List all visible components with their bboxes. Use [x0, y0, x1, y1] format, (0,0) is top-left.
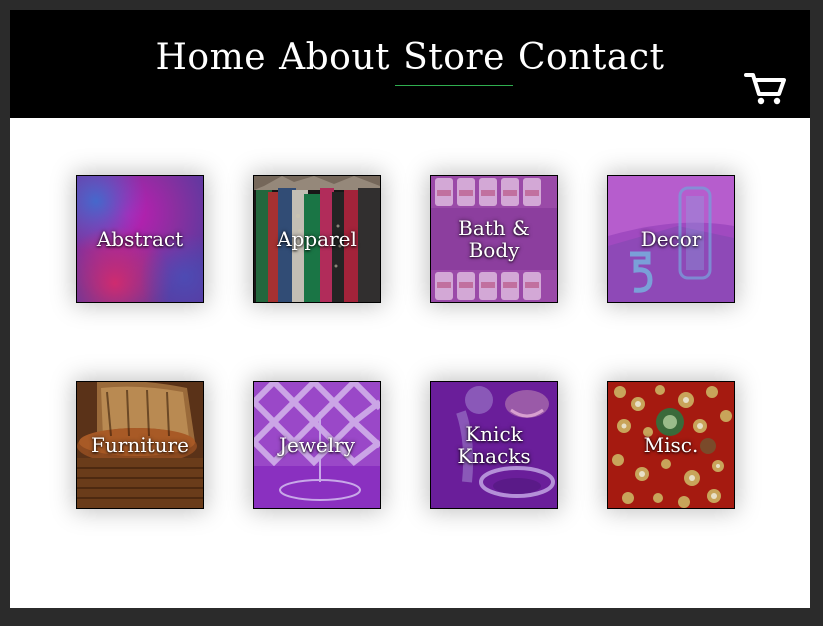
category-label: Bath & Body: [458, 216, 530, 262]
category-tile-decor[interactable]: Decor: [607, 175, 735, 303]
category-tile-apparel[interactable]: Apparel: [253, 175, 381, 303]
site-header: Home About Store Contact: [10, 10, 810, 118]
category-tile-jewelry[interactable]: Jewelry: [253, 381, 381, 509]
category-tile-furniture[interactable]: Furniture: [76, 381, 204, 509]
category-label: Apparel: [277, 227, 357, 251]
category-label: Jewelry: [278, 433, 356, 457]
nav-contact[interactable]: Contact: [518, 34, 664, 82]
main-nav: Home About Store Contact: [10, 34, 810, 86]
category-label: Decor: [640, 227, 702, 251]
category-tile-abstract[interactable]: Abstract: [76, 175, 204, 303]
category-tile-knick-knacks[interactable]: Knick Knacks: [430, 381, 558, 509]
shopping-cart-icon[interactable]: [744, 70, 788, 106]
page: Home About Store Contact Abstract Appare…: [10, 10, 810, 608]
category-label: Knick Knacks: [457, 422, 531, 468]
nav-about[interactable]: About: [279, 34, 390, 82]
nav-home[interactable]: Home: [156, 34, 267, 82]
category-label: Furniture: [91, 433, 189, 457]
category-tile-misc[interactable]: Misc.: [607, 381, 735, 509]
nav-store[interactable]: Store: [395, 34, 513, 86]
category-tile-bath-body[interactable]: Bath & Body: [430, 175, 558, 303]
category-label: Abstract: [96, 227, 184, 251]
category-label: Misc.: [643, 433, 699, 457]
